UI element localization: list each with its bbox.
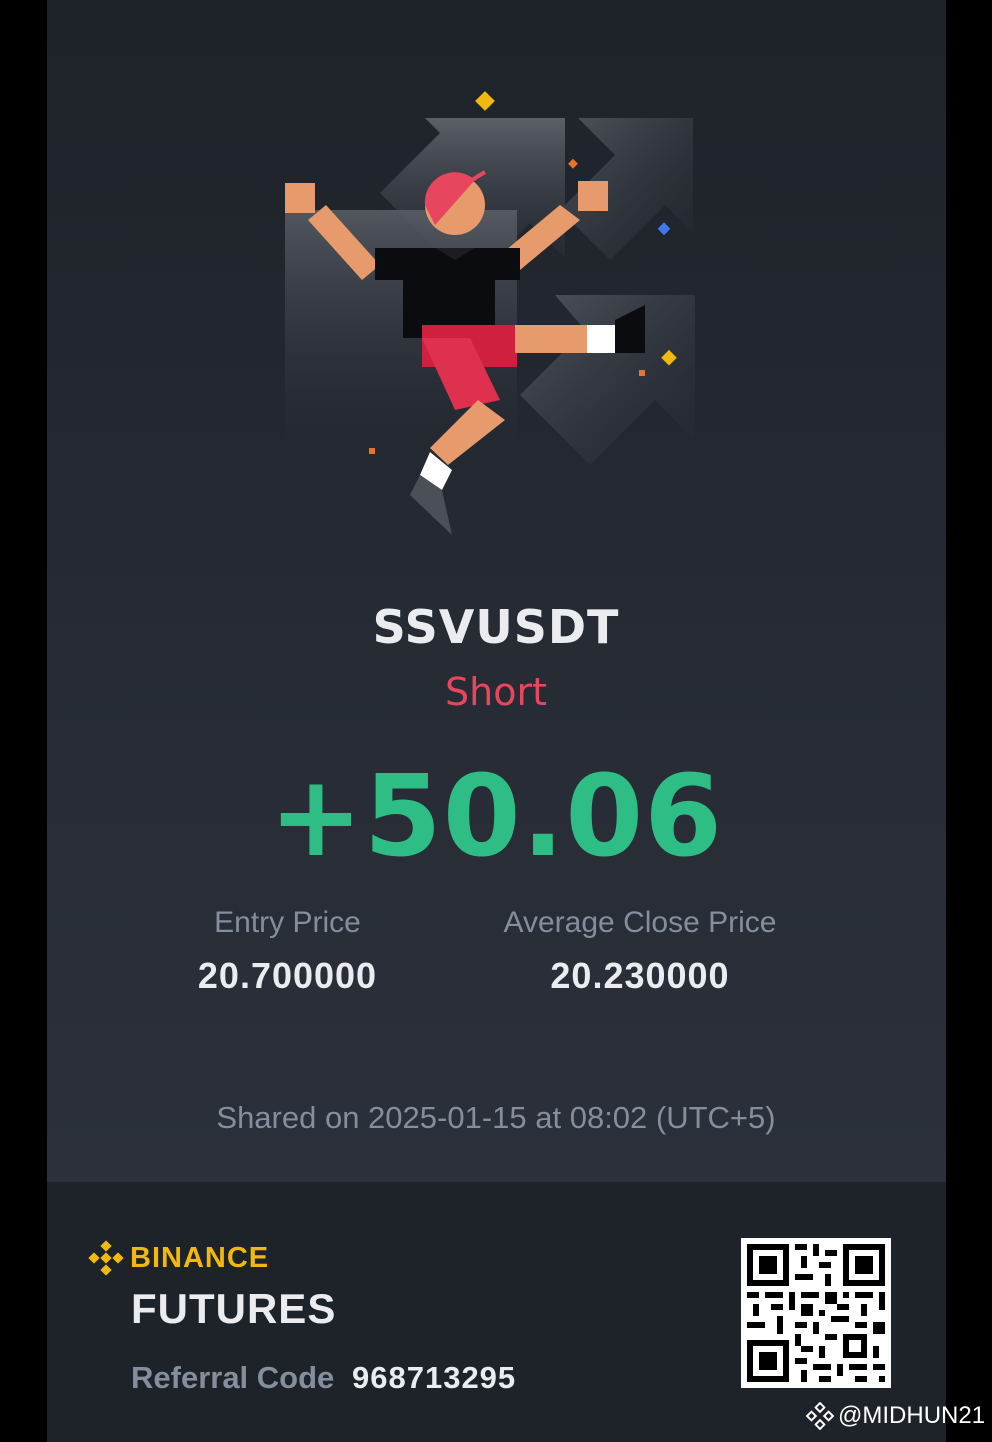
close-price-label: Average Close Price <box>503 906 777 939</box>
qr-code <box>741 1238 891 1388</box>
pnl-value: +50.06 <box>268 752 724 882</box>
entry-price-value: 20.700000 <box>197 955 378 996</box>
entry-price-label: Entry Price <box>214 906 361 939</box>
trading-pair: SSVUSDT <box>372 600 620 654</box>
shared-timestamp: Shared on 2025-01-15 at 08:02 (UTC+5) <box>216 1100 776 1135</box>
binance-logo-icon <box>806 1402 834 1430</box>
position-side: Short <box>445 670 547 714</box>
brand-logo: BINANCE <box>88 1240 269 1276</box>
watermark-handle: @MIDHUN21 <box>838 1402 986 1429</box>
celebrating-runner-illustration <box>285 91 695 535</box>
close-price-value: 20.230000 <box>550 955 730 996</box>
product-name: FUTURES <box>131 1285 337 1332</box>
referral-code: 968713295 <box>352 1360 517 1395</box>
brand-name: BINANCE <box>130 1241 270 1274</box>
referral-label: Referral Code <box>131 1360 335 1395</box>
binance-logo-icon <box>88 1240 124 1276</box>
watermark: @MIDHUN21 <box>806 1402 985 1430</box>
